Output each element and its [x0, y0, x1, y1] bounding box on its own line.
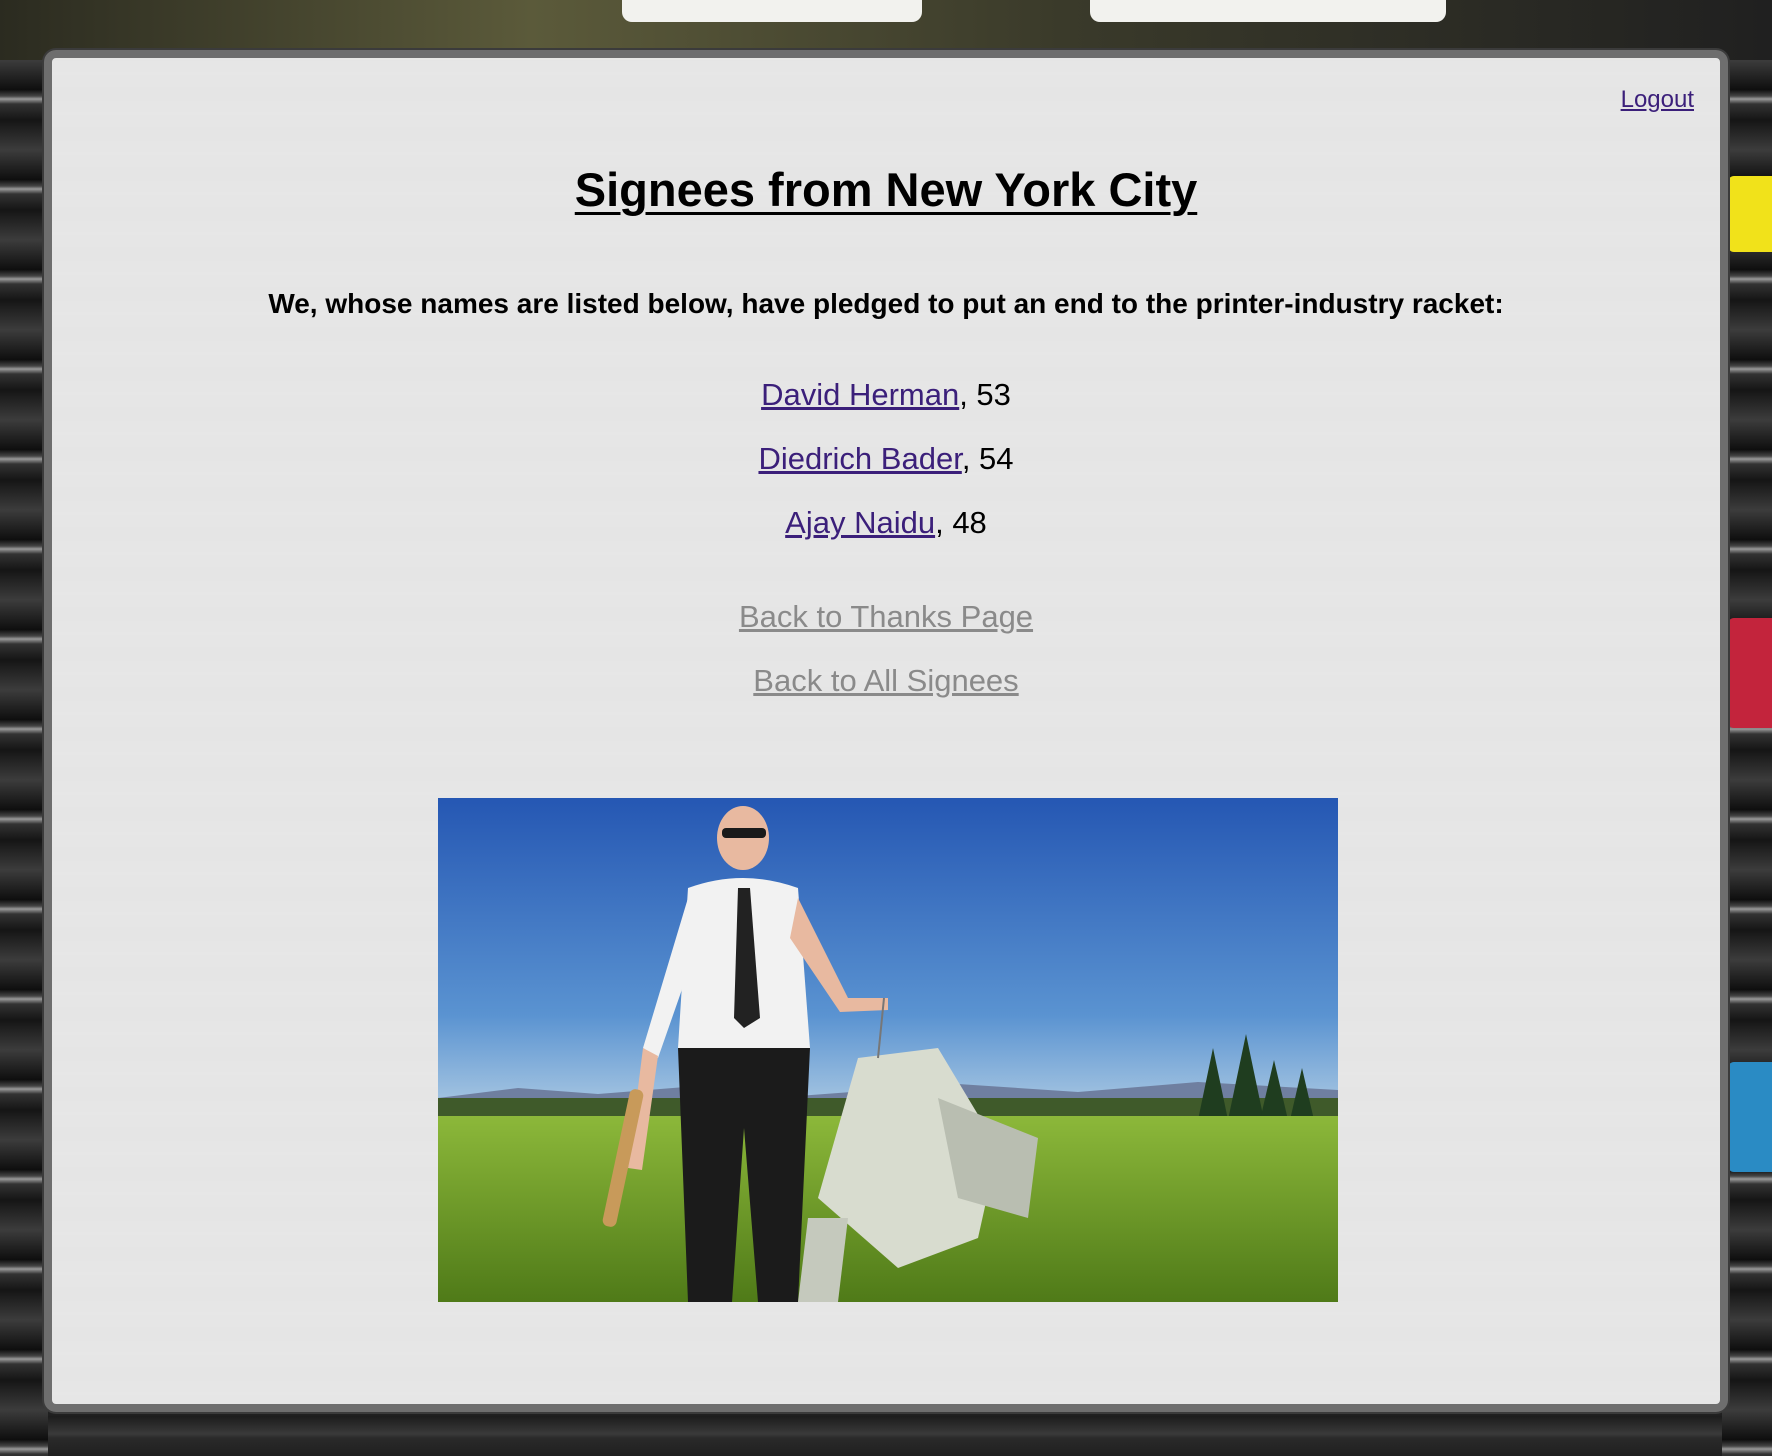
back-to-all-signees-link[interactable]: Back to All Signees — [52, 662, 1720, 726]
background-label — [622, 0, 922, 22]
logout-link[interactable]: Logout — [1621, 86, 1694, 114]
yellow-cartridge-accent — [1728, 176, 1772, 252]
signee-item: David Herman, 53 — [52, 376, 1720, 440]
cyan-cartridge-accent — [1728, 1062, 1772, 1172]
background-printer-left — [0, 0, 48, 1456]
signee-name-link[interactable]: David Herman — [761, 377, 959, 412]
signee-name-link[interactable]: Ajay Naidu — [785, 505, 935, 540]
magenta-cartridge-accent — [1728, 618, 1772, 728]
signee-name-link[interactable]: Diedrich Bader — [758, 441, 961, 476]
signee-item: Diedrich Bader, 54 — [52, 440, 1720, 504]
page-title: Signees from New York City — [574, 163, 1198, 216]
signee-age: , 53 — [959, 377, 1011, 412]
background-printer-right — [1722, 0, 1772, 1456]
back-to-thanks-link[interactable]: Back to Thanks Page — [52, 598, 1720, 662]
signee-age: , 48 — [935, 505, 987, 540]
content-panel: Logout Signees from New York City We, wh… — [44, 50, 1728, 1412]
photo-illustration — [438, 798, 1338, 1302]
signee-age: , 54 — [961, 441, 1014, 476]
protest-photo — [438, 798, 1338, 1302]
signee-item: Ajay Naidu, 48 — [52, 504, 1720, 568]
back-links: Back to Thanks Page Back to All Signees — [52, 598, 1720, 726]
pledge-text: We, whose names are listed below, have p… — [268, 288, 1504, 319]
background-label — [1090, 0, 1446, 22]
signee-list: David Herman, 53 Diedrich Bader, 54 Ajay… — [52, 376, 1720, 568]
